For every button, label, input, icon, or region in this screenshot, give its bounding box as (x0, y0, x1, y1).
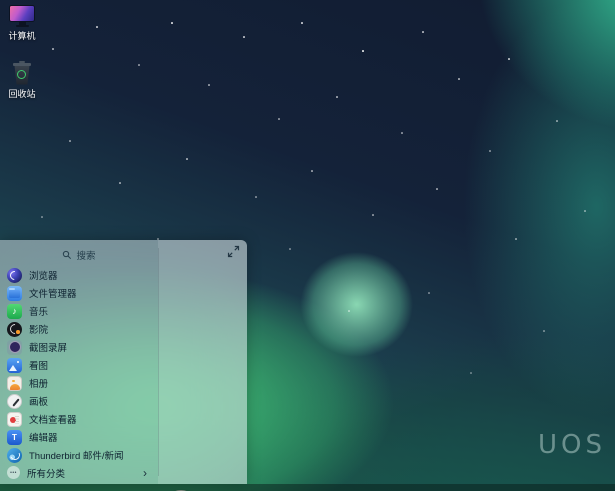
editor-icon: T (7, 429, 22, 445)
image-viewer-icon (7, 357, 22, 373)
app-item-thunderbird[interactable]: Thunderbird 邮件/新闻 (0, 446, 158, 464)
search-input[interactable]: 搜索 (0, 246, 158, 264)
app-item-browser[interactable]: 浏览器 (0, 266, 158, 284)
computer-icon (0, 5, 44, 27)
app-label: 文件管理器 (29, 289, 77, 300)
stars-decoration (0, 0, 2, 2)
recycle-bin-icon (12, 61, 32, 85)
app-label: 相册 (29, 379, 49, 390)
app-item-document-viewer[interactable]: 文档查看器 (0, 410, 158, 428)
app-label: 画板 (29, 397, 49, 408)
app-label: 截图录屏 (29, 343, 68, 354)
launcher-panel: 搜索 浏览器 文件管理器 ♪ 音乐 影院 截图录屏 看图 相册 画板 文档查看器… (0, 240, 247, 491)
movie-icon (7, 321, 22, 337)
launcher-right-column-bg (158, 240, 247, 484)
music-icon: ♪ (7, 303, 22, 319)
app-item-editor[interactable]: T 编辑器 (0, 428, 158, 446)
taskbar[interactable] (0, 484, 615, 491)
all-categories-label: 所有分类 (27, 468, 66, 480)
album-icon (7, 375, 22, 391)
file-manager-icon (7, 285, 22, 301)
app-item-music[interactable]: ♪ 音乐 (0, 302, 158, 320)
app-item-album[interactable]: 相册 (0, 374, 158, 392)
draw-icon (7, 393, 22, 409)
ellipsis-icon: ••• (7, 466, 20, 479)
expand-icon (227, 245, 240, 258)
app-label: 浏览器 (29, 271, 58, 282)
desktop: UOS 计算机 回收站 搜索 浏览器 文件管理器 ♪ 音乐 影院 截图录屏 看图… (0, 0, 615, 491)
browser-icon (7, 267, 22, 283)
app-item-file-manager[interactable]: 文件管理器 (0, 284, 158, 302)
app-label: 音乐 (29, 307, 49, 318)
app-item-screenshot[interactable]: 截图录屏 (0, 338, 158, 356)
app-list: 浏览器 文件管理器 ♪ 音乐 影院 截图录屏 看图 相册 画板 文档查看器 T … (0, 266, 158, 464)
launcher-divider (158, 248, 159, 476)
uos-watermark: UOS (538, 430, 606, 460)
thunderbird-icon (7, 447, 22, 463)
app-item-draw[interactable]: 画板 (0, 392, 158, 410)
app-label: 文档查看器 (29, 415, 77, 426)
app-label: 编辑器 (29, 433, 58, 444)
app-label: 影院 (29, 325, 49, 336)
app-item-movie[interactable]: 影院 (0, 320, 158, 338)
desktop-icon-computer[interactable]: 计算机 (0, 5, 44, 42)
app-item-image-viewer[interactable]: 看图 (0, 356, 158, 374)
desktop-icon-recycle-bin[interactable]: 回收站 (0, 61, 44, 100)
screenshot-icon (7, 339, 22, 355)
search-icon (63, 250, 72, 260)
search-placeholder: 搜索 (76, 251, 96, 262)
app-label: 看图 (29, 361, 49, 372)
app-label: Thunderbird 邮件/新闻 (29, 451, 124, 462)
fullscreen-toggle-button[interactable] (227, 245, 240, 258)
desktop-icon-label: 回收站 (8, 88, 36, 99)
document-viewer-icon (7, 411, 22, 427)
all-categories-button[interactable]: ••• 所有分类 › (0, 464, 158, 481)
desktop-icon-label: 计算机 (8, 31, 36, 41)
chevron-right-icon: › (143, 465, 147, 480)
